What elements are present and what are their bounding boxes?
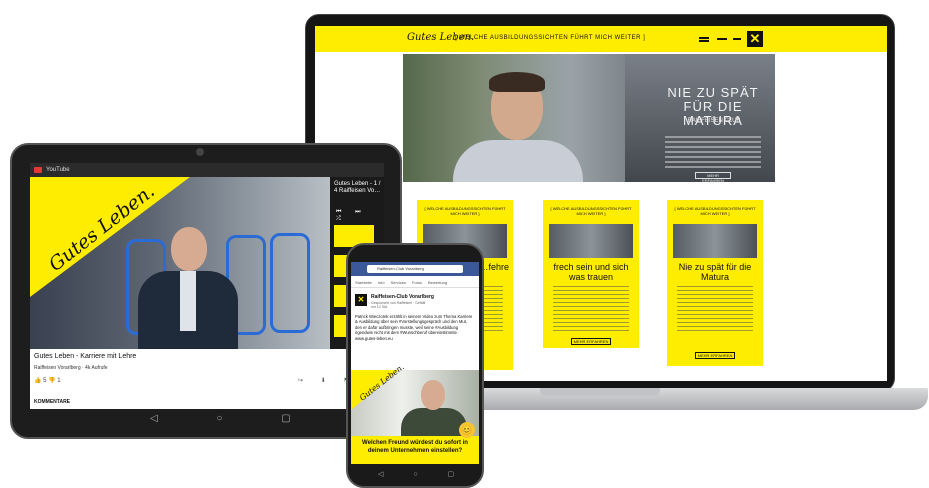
- tab-bewertung[interactable]: Bewertung: [428, 278, 447, 287]
- page-avatar[interactable]: ✕: [355, 294, 367, 306]
- page-name[interactable]: Raiffeisen-Club Vorarlberg: [371, 294, 434, 300]
- tab-startseite[interactable]: Startseite: [355, 278, 372, 287]
- hero-body-text: [665, 136, 761, 168]
- tab-fotos[interactable]: Fotos: [412, 278, 422, 287]
- post-text: Patrick Wieczorek erzählt in seinem Vide…: [355, 314, 473, 341]
- tablet-screen: YouTube Gutes Leben. Gutes Leben - 1 / 4…: [30, 163, 384, 409]
- video-info: Gutes Leben - Karriere mit Lehre Raiffei…: [30, 349, 384, 409]
- tablet-camera: [196, 148, 204, 156]
- phone-nav-buttons[interactable]: ◁ ○ ▢: [378, 470, 468, 478]
- comments-heading: KOMMENTARE: [34, 399, 71, 405]
- video-player[interactable]: Gutes Leben.: [30, 177, 330, 349]
- youtube-icon: [34, 167, 42, 173]
- playlist-controls[interactable]: ⏮ ⏭ ⤮: [336, 209, 384, 223]
- raiffeisen-logo-icon[interactable]: ✕: [747, 31, 763, 47]
- laptop-notch: [540, 388, 660, 396]
- card-text: [677, 286, 753, 334]
- bus-seat: [270, 233, 310, 333]
- playlist-title: Gutes Leben - 1 / 4 Raiffeisen Vo…: [334, 181, 381, 194]
- smiley-emoji-icon: 😊: [459, 422, 475, 438]
- post-image-caption: Welchen Freund würdest du sofort in dein…: [351, 436, 479, 464]
- hero-more-button[interactable]: MEHR ERFAHREN: [695, 172, 731, 182]
- like-dislike-buttons[interactable]: 👍 5 👎 1: [34, 377, 61, 384]
- app-name: YouTube: [46, 167, 70, 173]
- card-image[interactable]: [549, 224, 633, 258]
- card-title: frech sein und sich was trauen: [553, 262, 629, 282]
- facebook-search-field[interactable]: Raiffeisen-Club Vorarlberg: [367, 265, 463, 273]
- tab-services[interactable]: Services: [391, 278, 406, 287]
- post-person-body: [401, 408, 467, 438]
- tablet-nav-buttons[interactable]: ◁ ○ ▢: [150, 413, 319, 424]
- card-text: [553, 286, 629, 334]
- site-header: Gutes Leben. [ WELCHE AUSBILDUNGSSICHTEN…: [315, 26, 887, 52]
- device-mockup-stage: Gutes Leben. [ WELCHE AUSBILDUNGSSICHTEN…: [0, 0, 929, 488]
- hero-person-shirt: [453, 140, 583, 182]
- card-kicker: [ WELCHE AUSBILDUNGSSICHTEN FÜHRT MICH W…: [424, 206, 506, 216]
- nav-dash-icon[interactable]: [717, 38, 727, 40]
- phone-screen: Raiffeisen-Club Vorarlberg Startseite In…: [351, 262, 479, 464]
- card-image[interactable]: [673, 224, 757, 258]
- youtube-topbar: YouTube: [30, 163, 384, 177]
- story-card[interactable]: [ WELCHE AUSBILDUNGSSICHTEN FÜHRT MICH W…: [543, 200, 639, 348]
- video-title: Gutes Leben - Karriere mit Lehre: [34, 353, 137, 360]
- card-more-button[interactable]: MEHR ERFAHREN: [695, 352, 735, 359]
- nav-dash-icon[interactable]: [733, 38, 741, 40]
- channel-name[interactable]: Raiffeisen Vorarlberg · 4k Aufrufe: [34, 365, 108, 371]
- hero-subtitle: RAIFFEISEN CLUB: [687, 118, 741, 124]
- post-person-head: [421, 380, 445, 410]
- page-tabs: Startseite Info Services Fotos Bewertung: [351, 278, 479, 288]
- card-more-button[interactable]: MEHR ERFAHREN: [571, 338, 611, 345]
- tab-info[interactable]: Info: [378, 278, 385, 287]
- hamburger-menu-icon[interactable]: [699, 37, 709, 42]
- story-card[interactable]: [ WELCHE AUSBILDUNGSSICHTEN FÜHRT MICH W…: [667, 200, 763, 366]
- hero-section: NIE ZU SPÄT FÜR DIE MATURA RAIFFEISEN CL…: [403, 54, 775, 182]
- facebook-topbar: Raiffeisen-Club Vorarlberg: [351, 262, 479, 276]
- card-title: Nie zu spät für die Matura: [678, 262, 752, 282]
- card-kicker: [ WELCHE AUSBILDUNGSSICHTEN FÜHRT MICH W…: [550, 206, 632, 216]
- post-meta: Gesponsert von Raiffeisen · Gefällt mir …: [371, 301, 426, 309]
- hero-person-hair: [489, 72, 545, 92]
- card-kicker: [ WELCHE AUSBILDUNGSSICHTEN FÜHRT MICH W…: [674, 206, 756, 216]
- site-tagline: [ WELCHE AUSBILDUNGSSICHTEN FÜHRT MICH W…: [455, 35, 646, 41]
- video-yellow-banner: [30, 177, 190, 297]
